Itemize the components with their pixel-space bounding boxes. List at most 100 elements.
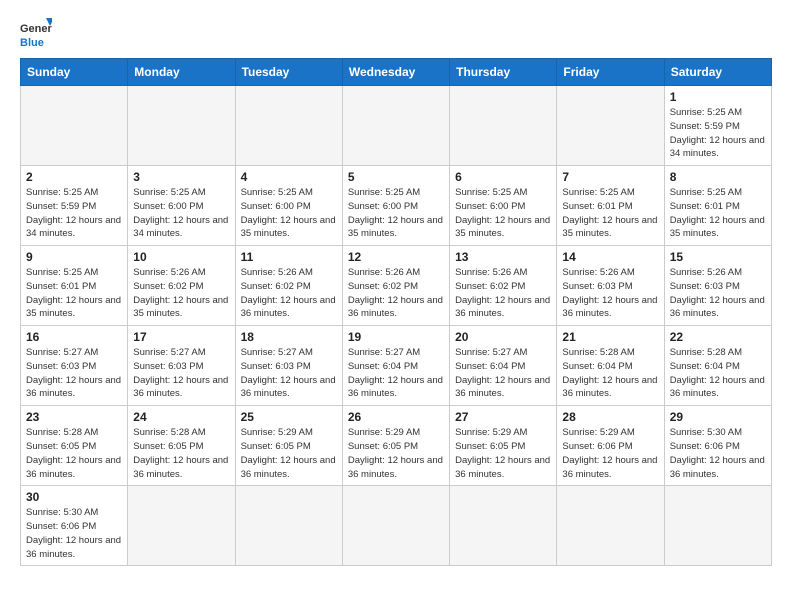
day-number: 30	[26, 490, 122, 504]
weekday-saturday: Saturday	[664, 59, 771, 86]
day-number: 3	[133, 170, 229, 184]
calendar-cell	[557, 486, 664, 566]
calendar-cell: 5 Sunrise: 5:25 AM Sunset: 6:00 PM Daylig…	[342, 166, 449, 246]
calendar-cell: 30 Sunrise: 5:30 AM Sunset: 6:06 PM Dayli…	[21, 486, 128, 566]
day-info: Sunrise: 5:25 AM Sunset: 6:00 PM Dayligh…	[348, 186, 444, 241]
logo-graphic: General Blue	[20, 16, 52, 52]
svg-text:Blue: Blue	[20, 37, 44, 49]
day-number: 18	[241, 330, 337, 344]
calendar-cell: 27 Sunrise: 5:29 AM Sunset: 6:05 PM Dayli…	[450, 406, 557, 486]
calendar-cell	[235, 86, 342, 166]
calendar-cell: 24 Sunrise: 5:28 AM Sunset: 6:05 PM Dayli…	[128, 406, 235, 486]
calendar-cell: 29Sunrise: 5:30 AM Sunset: 6:06 PM Dayli…	[664, 406, 771, 486]
calendar-cell: 17Sunrise: 5:27 AM Sunset: 6:03 PM Dayli…	[128, 326, 235, 406]
calendar-cell: 10 Sunrise: 5:26 AM Sunset: 6:02 PM Dayli…	[128, 246, 235, 326]
day-number: 23	[26, 410, 122, 424]
calendar-cell: 28Sunrise: 5:29 AM Sunset: 6:06 PM Dayli…	[557, 406, 664, 486]
day-info: Sunrise: 5:25 AM Sunset: 5:59 PM Dayligh…	[670, 106, 766, 161]
day-number: 20	[455, 330, 551, 344]
calendar-cell: 25 Sunrise: 5:29 AM Sunset: 6:05 PM Dayli…	[235, 406, 342, 486]
day-info: Sunrise: 5:26 AM Sunset: 6:02 PM Dayligh…	[348, 266, 444, 321]
day-number: 15	[670, 250, 766, 264]
day-info: Sunrise: 5:26 AM Sunset: 6:03 PM Dayligh…	[670, 266, 766, 321]
day-number: 7	[562, 170, 658, 184]
day-number: 25	[241, 410, 337, 424]
calendar-cell: 18 Sunrise: 5:27 AM Sunset: 6:03 PM Dayli…	[235, 326, 342, 406]
day-number: 29	[670, 410, 766, 424]
day-info: Sunrise: 5:28 AM Sunset: 6:05 PM Dayligh…	[26, 426, 122, 481]
calendar-cell: 8 Sunrise: 5:25 AM Sunset: 6:01 PM Daylig…	[664, 166, 771, 246]
day-number: 11	[241, 250, 337, 264]
day-info: Sunrise: 5:30 AM Sunset: 6:06 PM Dayligh…	[26, 506, 122, 561]
day-info: Sunrise: 5:25 AM Sunset: 6:01 PM Dayligh…	[562, 186, 658, 241]
calendar-cell	[128, 486, 235, 566]
day-number: 12	[348, 250, 444, 264]
calendar-cell: 12 Sunrise: 5:26 AM Sunset: 6:02 PM Dayli…	[342, 246, 449, 326]
calendar-cell	[128, 86, 235, 166]
calendar-cell: 4 Sunrise: 5:25 AM Sunset: 6:00 PM Daylig…	[235, 166, 342, 246]
day-info: Sunrise: 5:28 AM Sunset: 6:04 PM Dayligh…	[670, 346, 766, 401]
calendar-cell	[450, 486, 557, 566]
calendar-cell: 2 Sunrise: 5:25 AM Sunset: 5:59 PM Daylig…	[21, 166, 128, 246]
calendar-cell: 9Sunrise: 5:25 AM Sunset: 6:01 PM Daylig…	[21, 246, 128, 326]
day-info: Sunrise: 5:27 AM Sunset: 6:03 PM Dayligh…	[241, 346, 337, 401]
day-info: Sunrise: 5:25 AM Sunset: 6:00 PM Dayligh…	[133, 186, 229, 241]
calendar-table: SundayMondayTuesdayWednesdayThursdayFrid…	[20, 58, 772, 566]
header: General Blue	[20, 16, 772, 52]
day-info: Sunrise: 5:27 AM Sunset: 6:04 PM Dayligh…	[348, 346, 444, 401]
day-info: Sunrise: 5:29 AM Sunset: 6:05 PM Dayligh…	[348, 426, 444, 481]
day-number: 13	[455, 250, 551, 264]
day-number: 6	[455, 170, 551, 184]
day-number: 2	[26, 170, 122, 184]
day-info: Sunrise: 5:27 AM Sunset: 6:04 PM Dayligh…	[455, 346, 551, 401]
day-number: 26	[348, 410, 444, 424]
calendar-cell: 7 Sunrise: 5:25 AM Sunset: 6:01 PM Daylig…	[557, 166, 664, 246]
day-info: Sunrise: 5:26 AM Sunset: 6:02 PM Dayligh…	[133, 266, 229, 321]
calendar-cell: 19 Sunrise: 5:27 AM Sunset: 6:04 PM Dayli…	[342, 326, 449, 406]
day-info: Sunrise: 5:25 AM Sunset: 6:00 PM Dayligh…	[241, 186, 337, 241]
weekday-tuesday: Tuesday	[235, 59, 342, 86]
day-number: 24	[133, 410, 229, 424]
calendar-cell: 3 Sunrise: 5:25 AM Sunset: 6:00 PM Daylig…	[128, 166, 235, 246]
calendar-cell: 1Sunrise: 5:25 AM Sunset: 5:59 PM Daylig…	[664, 86, 771, 166]
weekday-header-row: SundayMondayTuesdayWednesdayThursdayFrid…	[21, 59, 772, 86]
day-number: 14	[562, 250, 658, 264]
day-number: 19	[348, 330, 444, 344]
day-number: 27	[455, 410, 551, 424]
day-info: Sunrise: 5:27 AM Sunset: 6:03 PM Dayligh…	[133, 346, 229, 401]
day-number: 4	[241, 170, 337, 184]
calendar-cell: 21Sunrise: 5:28 AM Sunset: 6:04 PM Dayli…	[557, 326, 664, 406]
calendar-cell: 16Sunrise: 5:27 AM Sunset: 6:03 PM Dayli…	[21, 326, 128, 406]
day-number: 16	[26, 330, 122, 344]
day-info: Sunrise: 5:29 AM Sunset: 6:05 PM Dayligh…	[455, 426, 551, 481]
weekday-thursday: Thursday	[450, 59, 557, 86]
weekday-friday: Friday	[557, 59, 664, 86]
calendar-cell: 11Sunrise: 5:26 AM Sunset: 6:02 PM Dayli…	[235, 246, 342, 326]
day-info: Sunrise: 5:29 AM Sunset: 6:05 PM Dayligh…	[241, 426, 337, 481]
day-number: 10	[133, 250, 229, 264]
day-number: 5	[348, 170, 444, 184]
calendar-week-row: 23 Sunrise: 5:28 AM Sunset: 6:05 PM Dayli…	[21, 406, 772, 486]
day-info: Sunrise: 5:28 AM Sunset: 6:04 PM Dayligh…	[562, 346, 658, 401]
calendar-cell	[342, 86, 449, 166]
day-info: Sunrise: 5:25 AM Sunset: 6:00 PM Dayligh…	[455, 186, 551, 241]
day-info: Sunrise: 5:28 AM Sunset: 6:05 PM Dayligh…	[133, 426, 229, 481]
calendar-cell	[235, 486, 342, 566]
calendar-cell	[342, 486, 449, 566]
calendar-week-row: 1Sunrise: 5:25 AM Sunset: 5:59 PM Daylig…	[21, 86, 772, 166]
logo: General Blue	[20, 16, 52, 52]
calendar-cell: 20 Sunrise: 5:27 AM Sunset: 6:04 PM Dayli…	[450, 326, 557, 406]
calendar-cell	[450, 86, 557, 166]
calendar-cell: 22 Sunrise: 5:28 AM Sunset: 6:04 PM Dayli…	[664, 326, 771, 406]
calendar-week-row: 16 Sunrise: 5:27 AM Sunset: 6:03 PM Dayli…	[21, 326, 772, 406]
day-number: 9	[26, 250, 122, 264]
day-info: Sunrise: 5:25 AM Sunset: 5:59 PM Dayligh…	[26, 186, 122, 241]
calendar-cell	[21, 86, 128, 166]
day-info: Sunrise: 5:25 AM Sunset: 6:01 PM Dayligh…	[670, 186, 766, 241]
day-number: 22	[670, 330, 766, 344]
calendar-cell: 15 Sunrise: 5:26 AM Sunset: 6:03 PM Dayli…	[664, 246, 771, 326]
day-info: Sunrise: 5:26 AM Sunset: 6:03 PM Dayligh…	[562, 266, 658, 321]
calendar-week-row: 9Sunrise: 5:25 AM Sunset: 6:01 PM Daylig…	[21, 246, 772, 326]
day-number: 8	[670, 170, 766, 184]
day-number: 28	[562, 410, 658, 424]
